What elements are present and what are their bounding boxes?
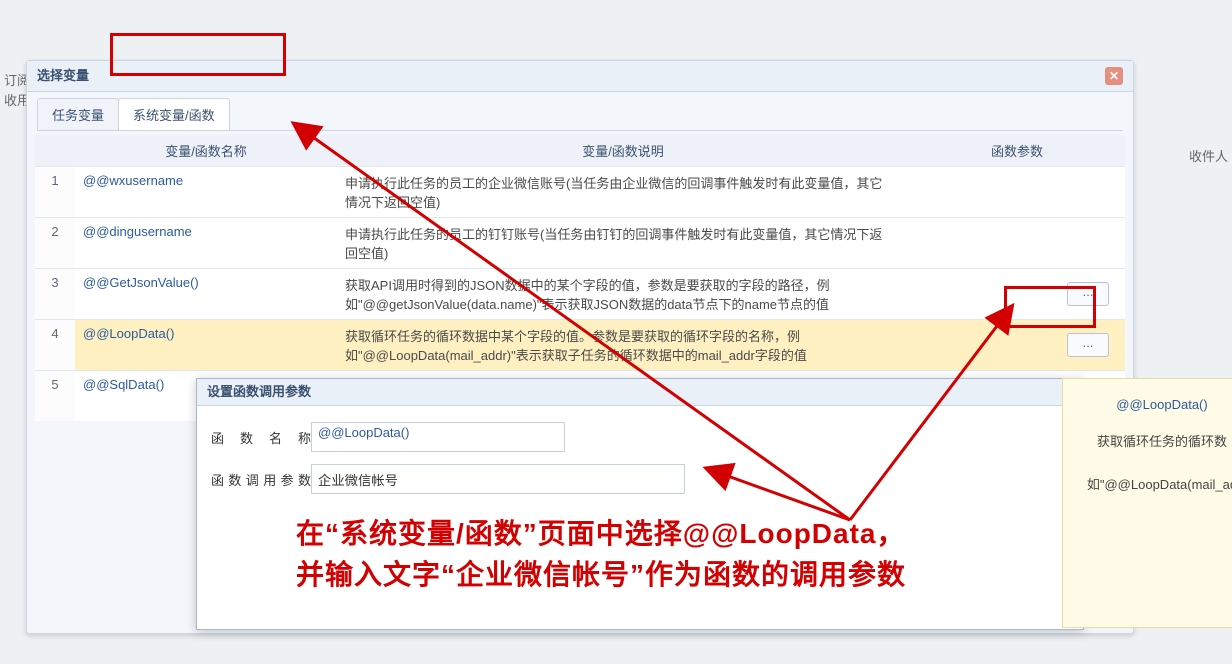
row-index: 3 — [35, 269, 75, 319]
variable-description: 获取循环任务的循环数据中某个字段的值。参数是要获取的循环字段的名称，例如"@@L… — [337, 320, 901, 370]
params-button[interactable]: ... — [1067, 333, 1109, 357]
tab-system-variables[interactable]: 系统变量/函数 — [118, 98, 230, 130]
variable-description: 申请执行此任务的员工的钉钉账号(当任务由钉钉的回调事件触发时有此变量值，其它情况… — [337, 218, 901, 268]
params-button[interactable]: ... — [1067, 282, 1109, 306]
table-row[interactable]: 4@@LoopData()获取循环任务的循环数据中某个字段的值。参数是要获取的循… — [35, 319, 1125, 370]
row-index: 2 — [35, 218, 75, 268]
close-icon[interactable]: ✕ — [1105, 67, 1123, 85]
label-function-name: 函数名称 — [211, 428, 311, 447]
header-name: 变量/函数名称 — [75, 135, 337, 166]
help-panel: @@LoopData() 获取循环任务的循环数 如"@@LoopData(mai… — [1062, 378, 1232, 628]
header-desc: 变量/函数说明 — [337, 135, 909, 166]
variable-description: 获取API调用时得到的JSON数据中的某个字段的值，参数是要获取的字段的路径，例… — [337, 269, 901, 319]
header-param: 函数参数 — [909, 135, 1125, 166]
table-row[interactable]: 3@@GetJsonValue()获取API调用时得到的JSON数据中的某个字段… — [35, 268, 1125, 319]
variable-name: @@dingusername — [75, 218, 337, 268]
help-description-2: 如"@@LoopData(mail_ad — [1073, 473, 1232, 496]
input-function-param[interactable] — [311, 464, 685, 494]
variable-description: 申请执行此任务的员工的企业微信账号(当任务由企业微信的回调事件触发时有此变量值，… — [337, 167, 901, 217]
help-function-name: @@LoopData() — [1073, 397, 1232, 412]
variable-name: @@wxusername — [75, 167, 337, 217]
row-index: 5 — [35, 371, 75, 421]
sub-dialog-title: 设置函数调用参数 — [197, 379, 1083, 406]
grid-header: 变量/函数名称 变量/函数说明 函数参数 — [35, 135, 1125, 166]
label-function-param: 函数调用参数 — [211, 470, 311, 489]
value-function-name: @@LoopData() — [311, 422, 565, 452]
tabstrip: 任务变量 系统变量/函数 — [37, 98, 1123, 131]
table-row[interactable]: 1@@wxusername申请执行此任务的员工的企业微信账号(当任务由企业微信的… — [35, 166, 1125, 217]
row-index: 1 — [35, 167, 75, 217]
row-index: 4 — [35, 320, 75, 370]
dialog-titlebar: 选择变量 ✕ — [27, 61, 1133, 92]
tab-task-variables[interactable]: 任务变量 — [37, 98, 119, 130]
set-function-params-dialog: 设置函数调用参数 函数名称 @@LoopData() 函数调用参数 — [196, 378, 1084, 630]
variable-name: @@GetJsonValue() — [75, 269, 337, 319]
dialog-title: 选择变量 — [37, 61, 89, 91]
table-row[interactable]: 2@@dingusername申请执行此任务的员工的钉钉账号(当任务由钉钉的回调… — [35, 217, 1125, 268]
variable-name: @@LoopData() — [75, 320, 337, 370]
bg-label-recipient: 收件人 — [1189, 146, 1228, 165]
help-description: 获取循环任务的循环数 — [1073, 430, 1232, 453]
